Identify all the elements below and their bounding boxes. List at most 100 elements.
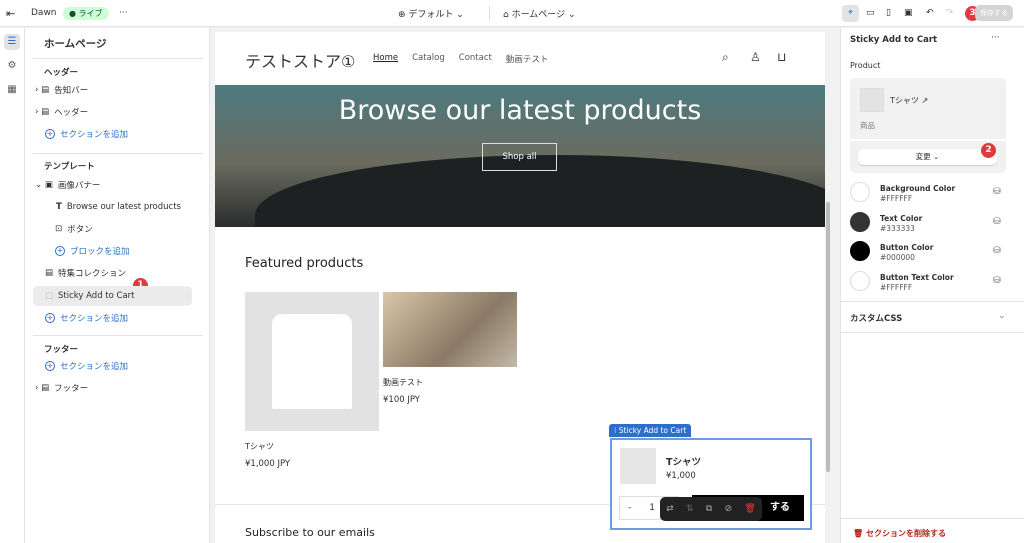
- nav-home[interactable]: Home: [373, 53, 398, 65]
- cart-icon[interactable]: ⊔: [777, 50, 786, 64]
- nav-video[interactable]: 動画テスト: [506, 53, 549, 65]
- featured-title: Featured products: [245, 256, 364, 271]
- search-icon[interactable]: ⌕: [722, 50, 729, 65]
- mobile-icon[interactable]: ▯: [886, 8, 891, 18]
- sticky-tag-label: Sticky Add to Cart: [618, 426, 687, 435]
- reorder-icon[interactable]: ⇅: [686, 504, 694, 514]
- product-name[interactable]: Tシャツ: [245, 441, 274, 452]
- panel-more-button[interactable]: ···: [991, 33, 1000, 43]
- page-selector[interactable]: ⌂ ホームページ ⌄: [503, 7, 576, 20]
- exit-icon[interactable]: ⇤: [6, 7, 15, 20]
- preset-selector[interactable]: ⊕ デフォルト ⌄: [398, 7, 464, 20]
- block-label: Browse our latest products: [66, 202, 181, 212]
- hide-icon[interactable]: ⊘: [725, 504, 733, 514]
- fullscreen-icon[interactable]: ▣: [904, 8, 913, 18]
- change-label: 変更: [915, 152, 931, 161]
- more-button[interactable]: ···: [119, 8, 128, 18]
- dynamic-source-icon[interactable]: ⛁: [993, 246, 1001, 256]
- external-link-icon[interactable]: ↗: [921, 96, 928, 105]
- icon-rail: ☰ ⚙ ▦: [0, 28, 25, 543]
- change-product-button[interactable]: 変更 ⌄: [858, 149, 997, 165]
- qty-value[interactable]: 1: [649, 503, 655, 513]
- section-icon: ▢: [45, 291, 54, 301]
- subscribe-title: Subscribe to our emails: [245, 526, 375, 539]
- footer-group: フッター: [44, 345, 79, 355]
- custom-css-toggle[interactable]: カスタムCSS ⌄: [841, 302, 1024, 332]
- color-swatch-text[interactable]: [850, 212, 870, 232]
- sticky-product-image: [620, 448, 656, 484]
- sections-icon[interactable]: ☰: [4, 34, 20, 50]
- plus-icon: +: [45, 313, 55, 323]
- dynamic-source-icon[interactable]: ⛁: [993, 276, 1001, 286]
- delete-icon[interactable]: 🗑: [744, 504, 755, 514]
- product-image-tshirt[interactable]: [245, 292, 379, 431]
- section-featured-collection[interactable]: ▤ 特集コレクション: [45, 263, 126, 283]
- dynamic-source-icon[interactable]: ⛁: [993, 217, 1001, 227]
- dynamic-source-icon[interactable]: ⛁: [993, 187, 1001, 197]
- preview-scrollbar[interactable]: [826, 202, 830, 472]
- save-button[interactable]: 保存する: [975, 5, 1013, 21]
- section-announcement[interactable]: › ▤ 告知バー: [35, 80, 88, 100]
- banner-title: Browse our latest products: [338, 95, 702, 126]
- section-sticky-add-to-cart[interactable]: ▢ Sticky Add to Cart: [33, 286, 192, 306]
- shop-all-button[interactable]: Shop all: [482, 143, 557, 171]
- color-swatch-button-text[interactable]: [850, 271, 870, 291]
- theme-name: Dawn: [31, 8, 57, 18]
- block-heading[interactable]: T Browse our latest products: [56, 197, 181, 217]
- color-value: #FFFFFF: [880, 283, 913, 292]
- add-section-footer[interactable]: + セクションを追加: [45, 356, 128, 376]
- text-icon: T: [56, 202, 62, 212]
- store-nav: Home Catalog Contact 動画テスト: [373, 53, 548, 65]
- redo-icon[interactable]: ↷: [946, 8, 954, 18]
- section-label: 特集コレクション: [58, 269, 127, 279]
- live-label: ライブ: [78, 8, 103, 18]
- top-bar: ⇤ Dawn ● ライブ ··· ⊕ デフォルト ⌄ ⌂ ホームページ ⌄ ⌖ …: [0, 0, 1024, 27]
- product-name[interactable]: 動画テスト: [383, 377, 423, 388]
- color-label: Button Color: [880, 243, 934, 252]
- delete-section-button[interactable]: 🗑 セクションを削除する: [853, 528, 946, 539]
- settings-icon[interactable]: ⚙: [4, 58, 20, 74]
- selected-product[interactable]: Tシャツ ↗: [890, 95, 928, 106]
- section-header[interactable]: › ▤ ヘッダー: [35, 102, 88, 122]
- nav-catalog[interactable]: Catalog: [412, 53, 445, 65]
- sticky-section-tag[interactable]: ⁝ Sticky Add to Cart: [609, 424, 692, 437]
- section-label: フッター: [54, 384, 89, 394]
- nav-contact[interactable]: Contact: [459, 53, 492, 65]
- header-group: ヘッダー: [44, 68, 79, 78]
- inspector-icon[interactable]: ⌖: [842, 4, 859, 22]
- move-icon[interactable]: ⇄: [666, 504, 674, 514]
- add-section-header[interactable]: + セクションを追加: [45, 124, 128, 144]
- duplicate-icon[interactable]: ⧉: [706, 504, 712, 514]
- add-block[interactable]: + ブロックを追加: [55, 241, 130, 261]
- add-section-template[interactable]: + セクションを追加: [45, 308, 128, 328]
- account-icon[interactable]: ♙: [750, 50, 761, 64]
- color-value: #333333: [880, 224, 915, 233]
- product-type: 商品: [860, 121, 875, 130]
- panel-title: Sticky Add to Cart: [850, 35, 938, 45]
- undo-icon[interactable]: ↶: [926, 8, 934, 18]
- color-swatch-button[interactable]: [850, 241, 870, 261]
- step-badge: 2: [981, 143, 996, 158]
- add-label: セクションを追加: [60, 314, 129, 324]
- color-label: Button Text Color: [880, 273, 954, 282]
- section-image-banner[interactable]: ⌄ ▣ 画像バナー: [35, 175, 100, 195]
- selected-product-name: Tシャツ: [890, 96, 919, 105]
- color-swatch-background[interactable]: [850, 182, 870, 202]
- block-button[interactable]: ⊡ ボタン: [55, 219, 93, 239]
- color-label: Text Color: [880, 214, 923, 223]
- store-name[interactable]: テストストア①: [245, 48, 355, 72]
- desktop-icon[interactable]: ▭: [866, 8, 875, 18]
- color-value: #000000: [880, 253, 915, 262]
- product-price: ¥100 JPY: [383, 395, 420, 405]
- apps-icon[interactable]: ▦: [4, 82, 20, 98]
- block-toolbar: ⇄ ⇅ ⧉ ⊘ 🗑: [660, 497, 762, 521]
- section-label: ヘッダー: [54, 108, 89, 118]
- block-label: ボタン: [67, 225, 93, 235]
- button-icon: ⊡: [55, 224, 63, 234]
- section-label: 告知バー: [54, 86, 89, 96]
- section-footer[interactable]: › ▤ フッター: [35, 378, 88, 398]
- qty-minus[interactable]: -: [628, 503, 631, 513]
- product-image-video[interactable]: [383, 292, 517, 367]
- settings-panel: Sticky Add to Cart ··· Product Tシャツ ↗ 商品…: [840, 28, 1024, 543]
- section-label: 画像バナー: [57, 181, 101, 191]
